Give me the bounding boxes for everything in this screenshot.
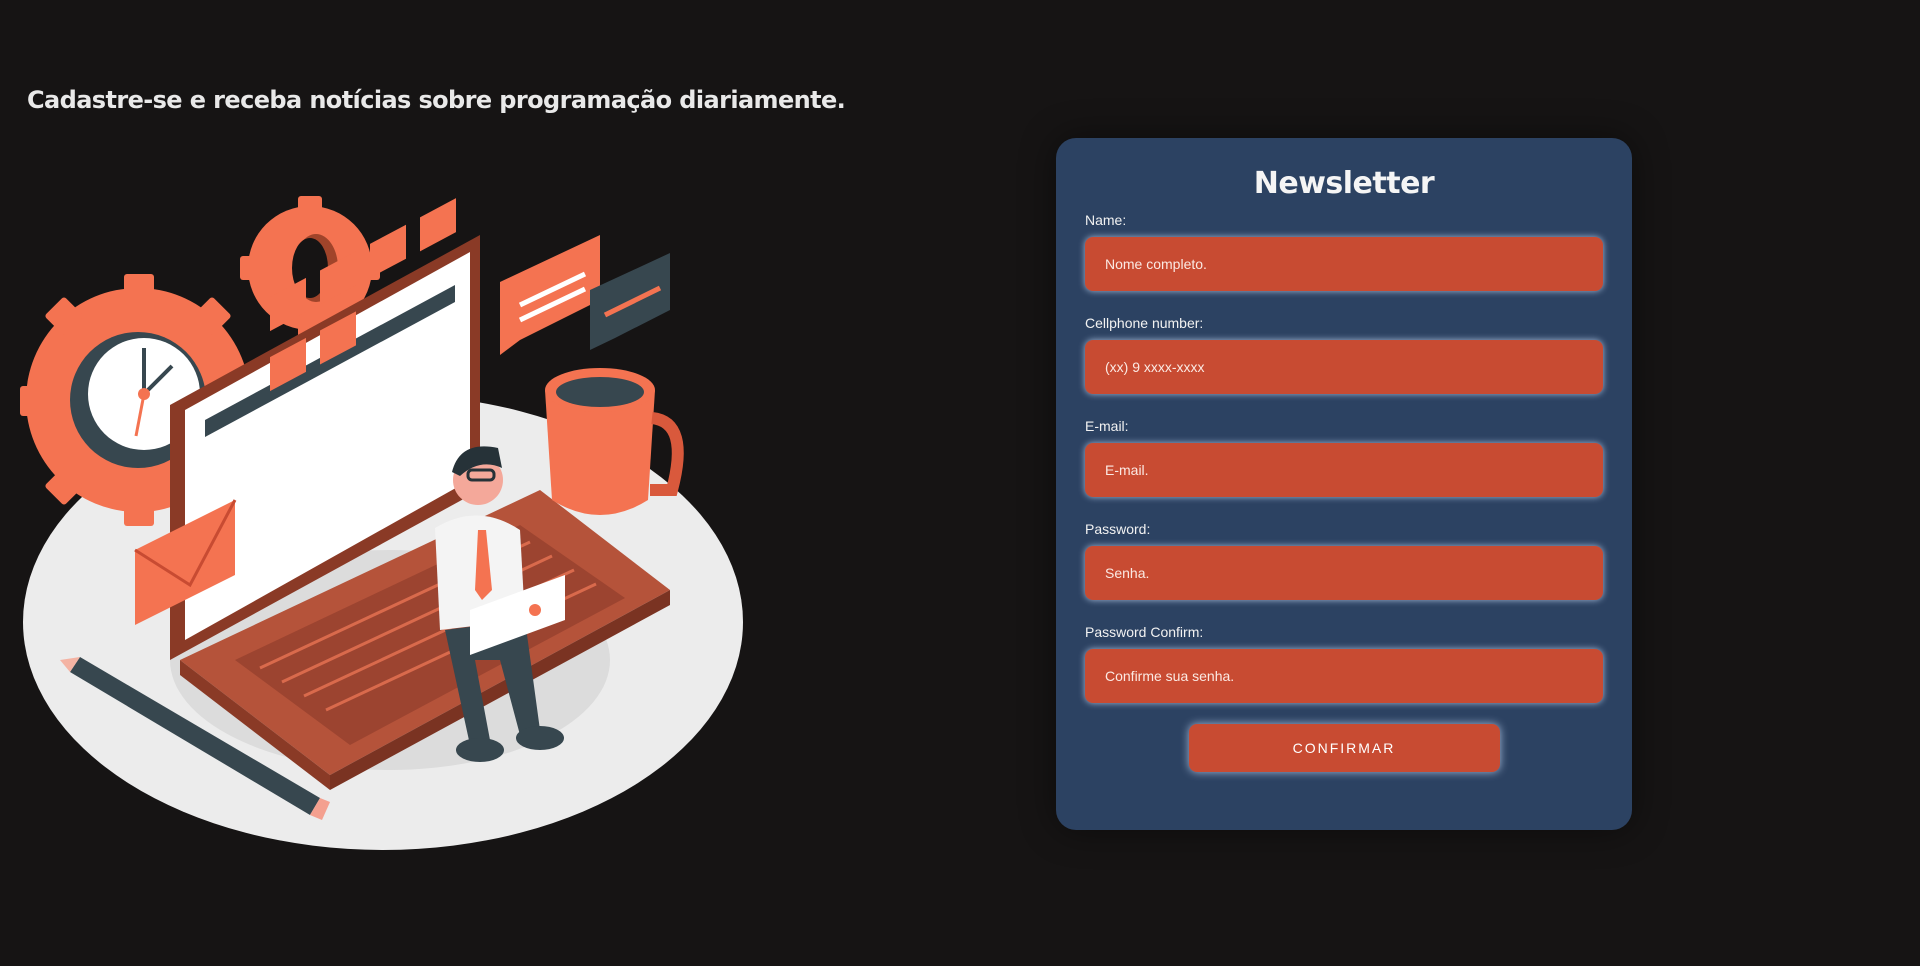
coffee-mug-icon xyxy=(545,368,684,515)
chat-bubble-dark-icon xyxy=(590,253,670,350)
password-confirm-label: Password Confirm: xyxy=(1085,624,1204,640)
password-input[interactable] xyxy=(1085,546,1603,600)
cellphone-label: Cellphone number: xyxy=(1085,315,1204,331)
chat-bubble-icon xyxy=(500,235,600,355)
programmer-illustration xyxy=(20,196,743,850)
cellphone-input[interactable] xyxy=(1085,340,1603,394)
name-label: Name: xyxy=(1085,212,1127,228)
confirm-button[interactable]: CONFIRMAR xyxy=(1188,724,1500,772)
form-title: Newsletter xyxy=(1253,166,1435,201)
name-input[interactable] xyxy=(1085,237,1603,291)
password-confirm-input[interactable] xyxy=(1085,649,1603,703)
newsletter-form: Newsletter Name: Cellphone number: E-mai… xyxy=(1056,138,1632,830)
password-label: Password: xyxy=(1085,521,1151,537)
email-label: E-mail: xyxy=(1085,418,1129,434)
page-headline: Cadastre-se e receba notícias sobre prog… xyxy=(27,86,846,114)
email-input[interactable] xyxy=(1085,443,1603,497)
